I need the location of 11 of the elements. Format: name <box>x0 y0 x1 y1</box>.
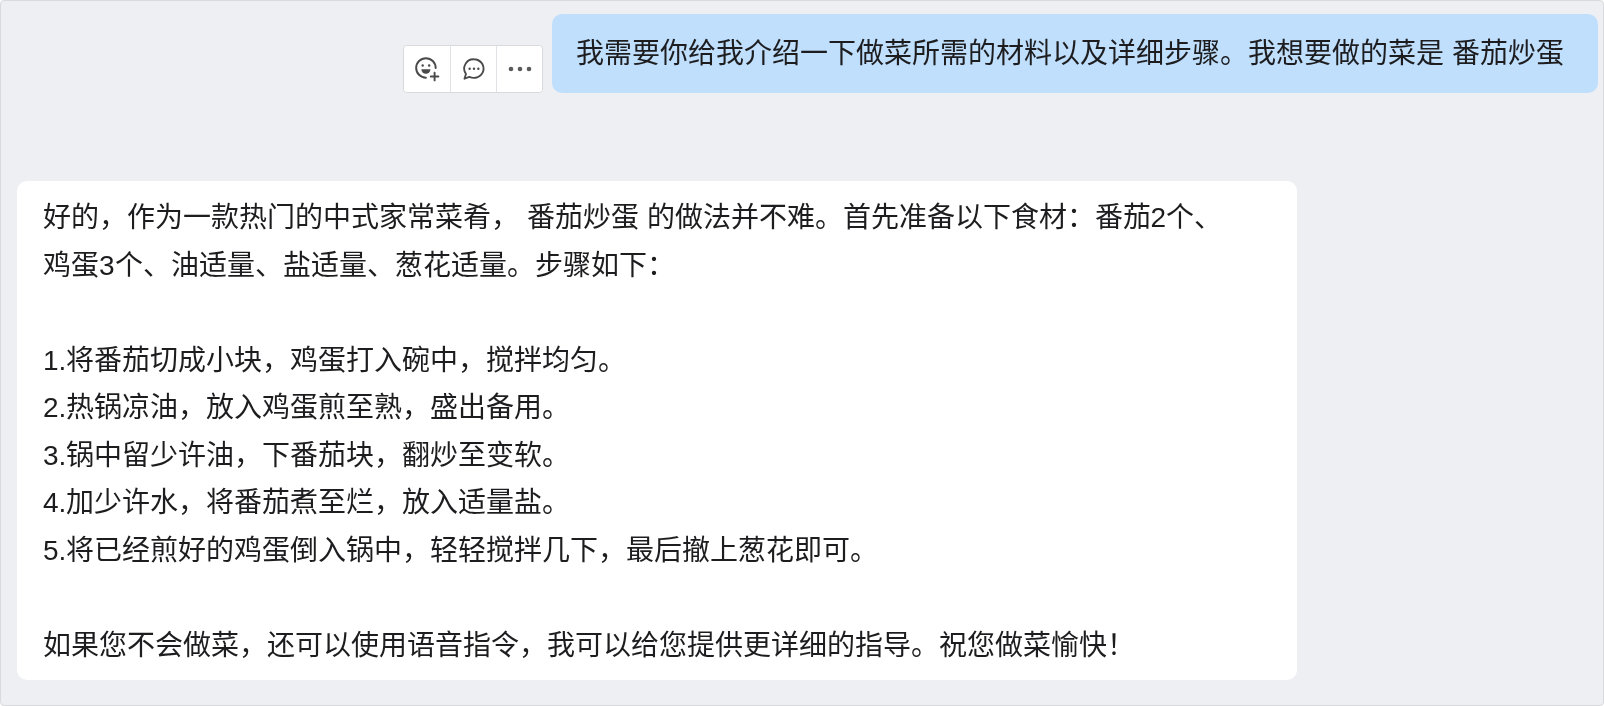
user-message: 我需要你给我介绍一下做菜所需的材料以及详细步骤。我想要做的菜是 番茄炒蛋 <box>552 14 1598 93</box>
step-text: 1.将番茄切成小块，鸡蛋打入碗中，搅拌均匀。 <box>43 343 628 378</box>
step-text: 5.将已经煎好的鸡蛋倒入锅中，轻轻搅拌几下，最后撤上葱花即可。 <box>43 533 880 568</box>
reply-closing-text: 如果您不会做菜，还可以使用语音指令，我可以给您提供更详细的指导。祝您做菜愉快！ <box>43 628 1136 663</box>
step-text: 4.加少许水，将番茄煮至烂，放入适量盐。 <box>43 486 572 520</box>
emoji-plus-icon <box>414 56 441 82</box>
more-icon <box>507 66 532 72</box>
reply-intro-text: 好的，作为一款热门的中式家常菜肴， 番茄炒蛋 的做法并不难。首先准备以下食材：番茄2个、鸡蛋3个、油适量、盐适量、葱花适量。步骤如下： <box>43 201 1224 283</box>
chat-bubble-icon <box>460 56 487 82</box>
step-text: 2.热锅凉油，放入鸡蛋煎至熟，盛出备用。 <box>43 391 572 425</box>
step-text: 3.锅中留少许油，下番茄块，翻炒至变软。 <box>43 438 572 473</box>
